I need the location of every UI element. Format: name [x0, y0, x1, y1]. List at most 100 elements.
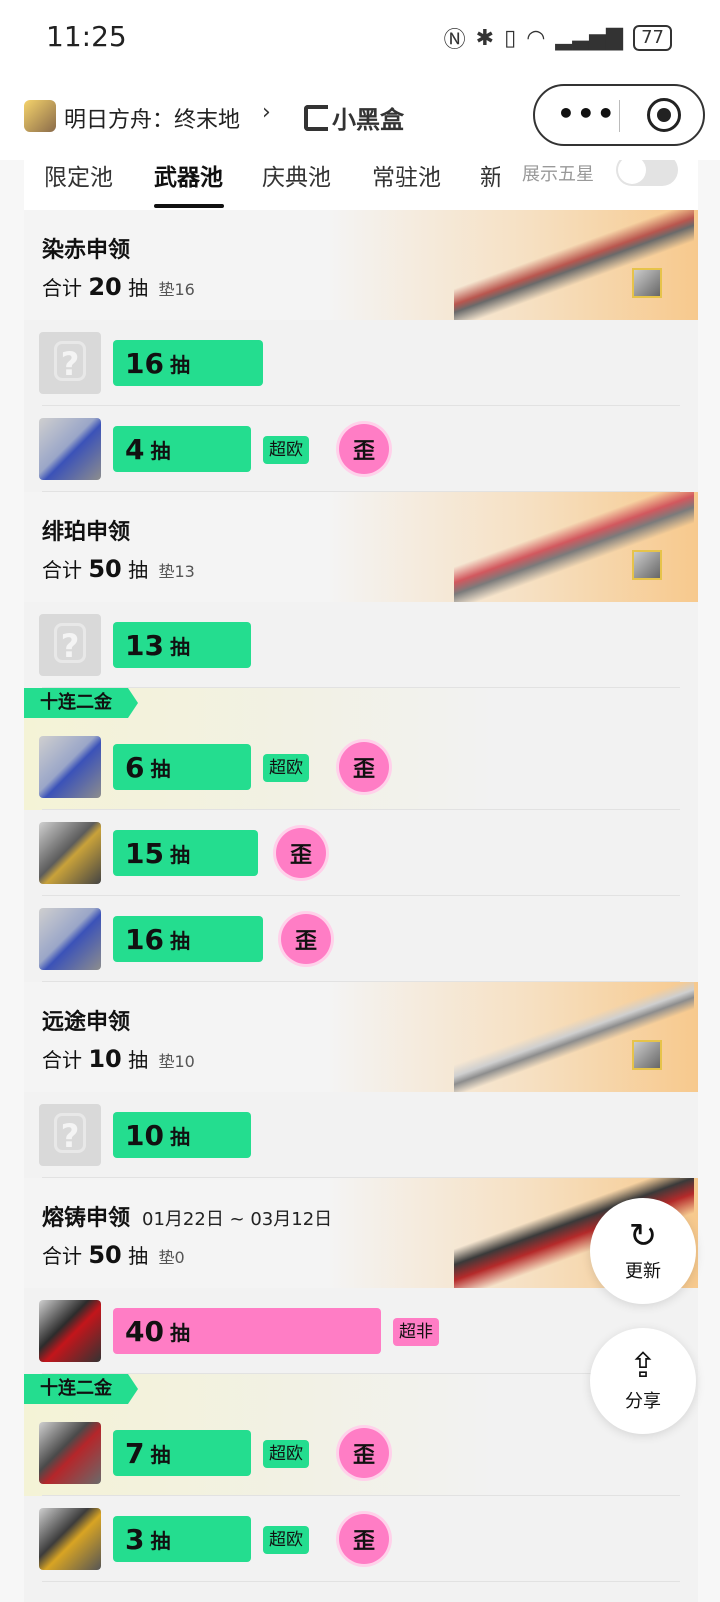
total-unit: 抽 — [128, 558, 149, 582]
refresh-icon: ↻ — [628, 1216, 658, 1256]
pity-count: 垫13 — [158, 562, 195, 581]
total-unit: 抽 — [128, 1244, 149, 1268]
signal-icon: ▂▃▅▇ — [555, 25, 624, 51]
pull-unit: 抽 — [150, 1528, 171, 1553]
total-prefix: 合计 — [42, 1048, 82, 1072]
off-banner-badge: 歪 — [339, 742, 389, 792]
pool-section-header[interactable]: 远途申领合计 10 抽 垫10 — [24, 982, 698, 1092]
show-five-star-label: 展示五星 — [522, 164, 594, 185]
pull-count-bar: 3抽 — [113, 1516, 251, 1562]
pull-count-bar: 16 抽 — [113, 916, 263, 962]
pool-name: 绯珀申领 — [42, 514, 142, 546]
pull-count-bar: 4抽 — [113, 426, 251, 472]
pull-count: 13 — [125, 628, 164, 662]
share-label: 分享 — [625, 1391, 661, 1412]
unknown-weapon-thumb: ? — [39, 614, 101, 676]
page-edge-right — [698, 160, 720, 1602]
weapon-art — [454, 210, 694, 320]
status-time: 11:25 — [46, 20, 127, 53]
total-count: 50 — [88, 555, 122, 583]
total-unit: 抽 — [128, 1048, 149, 1072]
weapon-thumb — [39, 1300, 101, 1362]
weapon-thumb — [39, 418, 101, 480]
pull-count: 16 — [125, 922, 164, 956]
page-edge-left — [0, 160, 24, 1602]
pull-count-bar: 6抽 — [113, 744, 251, 790]
pull-record-row[interactable]: ? 10 抽 — [24, 1092, 698, 1178]
show-five-star-toggle[interactable] — [616, 160, 678, 186]
pool-section-header[interactable]: 染赤申领 合计 20 抽 垫16 — [24, 210, 698, 320]
pool-name: 远途申领 — [42, 1004, 142, 1036]
pull-unit: 抽 — [169, 1320, 190, 1345]
pull-record-row[interactable]: 15 抽歪 — [24, 810, 698, 896]
refresh-button[interactable]: ↻ 更新 — [590, 1198, 696, 1304]
pool-name-text: 远途申领 — [42, 1010, 131, 1035]
weapon-thumb — [39, 1508, 101, 1570]
pull-count: 16 — [125, 346, 164, 380]
ten-pull-double-ribbon: 十连二金 — [24, 688, 138, 718]
weapon-thumb — [39, 1422, 101, 1484]
tab-new[interactable]: 新 — [480, 160, 500, 192]
pull-count-bar: 40 抽 — [113, 1308, 381, 1354]
tab-celebration[interactable]: 庆典池 — [262, 160, 331, 192]
pull-record-row[interactable]: 3 抽超欧歪 — [24, 1496, 698, 1582]
question-icon: ? — [54, 341, 86, 383]
pull-unit: 抽 — [150, 1442, 171, 1467]
question-icon: ? — [54, 1113, 86, 1155]
brand: 小黑盒 — [304, 100, 404, 135]
pull-count: 6 — [125, 750, 145, 784]
chevron-right-icon[interactable]: › — [262, 100, 271, 125]
pull-record-row[interactable]: 7 抽超欧歪 — [24, 1410, 698, 1496]
off-banner-badge: 歪 — [339, 1514, 389, 1564]
pull-record-row[interactable]: ? 13 抽 — [24, 602, 698, 688]
active-tab-indicator — [154, 204, 224, 208]
pull-unit: 抽 — [169, 634, 190, 659]
pull-count-bar: 13 抽 — [113, 622, 251, 668]
pull-count: 10 — [125, 1118, 164, 1152]
pity-count: 垫10 — [158, 1052, 195, 1071]
total-unit: 抽 — [128, 276, 149, 300]
luck-tag: 超非 — [393, 1318, 439, 1346]
pull-count: 15 — [125, 836, 164, 870]
total-prefix: 合计 — [42, 276, 82, 300]
pull-record-row[interactable]: 6 抽超欧歪 — [24, 724, 698, 810]
total-count: 10 — [88, 1045, 122, 1073]
total-prefix: 合计 — [42, 558, 82, 582]
pull-count-bar: 16 抽 — [113, 340, 263, 386]
pull-count-bar: 10 抽 — [113, 1112, 251, 1158]
target-icon[interactable] — [647, 98, 681, 132]
more-icon[interactable]: ••• — [557, 100, 617, 128]
app-title[interactable]: 明日方舟：终末地 — [64, 102, 240, 134]
pool-name: 熔铸申领 01月22日 ~ 03月12日 — [42, 1200, 332, 1232]
unknown-weapon-thumb: ? — [39, 332, 101, 394]
off-banner-badge: 歪 — [339, 424, 389, 474]
pool-total: 合计 20 抽 垫16 — [42, 272, 195, 301]
row-divider — [42, 1581, 680, 1582]
pull-record-row[interactable]: 16 抽歪 — [24, 896, 698, 982]
capsule-menu: ••• — [533, 84, 705, 146]
pull-unit: 抽 — [150, 438, 171, 463]
weapon-thumb — [39, 908, 101, 970]
pull-count: 7 — [125, 1436, 145, 1470]
tab-limited[interactable]: 限定池 — [44, 160, 113, 192]
pull-record-row[interactable]: 4 抽超欧 歪 — [24, 406, 698, 492]
luck-tag: 超欧 — [263, 436, 309, 464]
tab-standard[interactable]: 常驻池 — [372, 160, 441, 192]
pull-record-row[interactable]: ? 16 抽 — [24, 320, 698, 406]
app-avatar[interactable] — [24, 100, 56, 132]
share-button[interactable]: ⇪ 分享 — [590, 1328, 696, 1434]
refresh-label: 更新 — [625, 1261, 661, 1282]
xiaoheihe-logo-icon — [304, 104, 328, 131]
status-bar: 11:25 Ⓝ ✱ ▯ ◠ ▂▃▅▇ 77 — [0, 0, 720, 78]
brand-name: 小黑盒 — [332, 106, 404, 134]
tab-weapon[interactable]: 武器池 — [154, 160, 223, 192]
weapon-thumb — [39, 736, 101, 798]
luck-tag: 超欧 — [263, 1440, 309, 1468]
pull-unit: 抽 — [169, 928, 190, 953]
share-icon: ⇪ — [628, 1346, 658, 1386]
pull-count-bar: 15 抽 — [113, 830, 258, 876]
pull-count: 40 — [125, 1314, 164, 1348]
pool-section-header[interactable]: 绯珀申领合计 50 抽 垫13 — [24, 492, 698, 602]
featured-weapon-thumb — [632, 1040, 662, 1070]
pool-total: 合计 10 抽 垫10 — [42, 1044, 195, 1073]
